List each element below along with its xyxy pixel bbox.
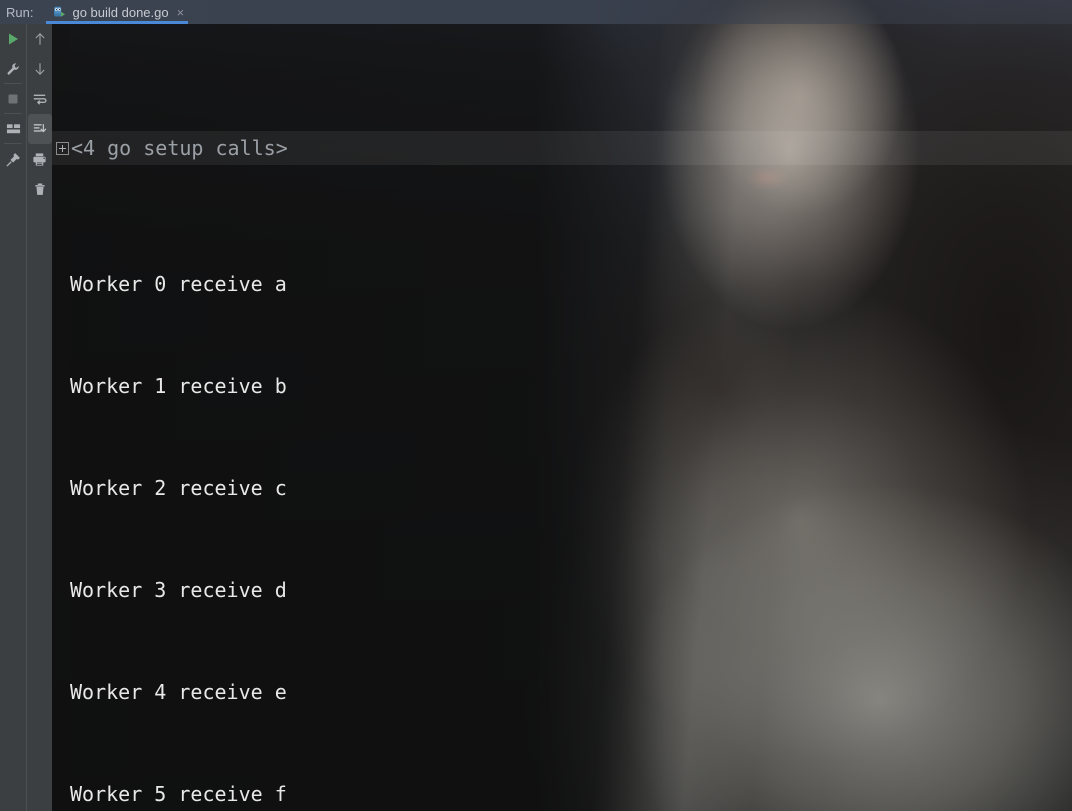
pin-tab-button[interactable] [1,144,25,174]
tab-label: go build done.go [72,5,168,20]
soft-wrap-button[interactable] [28,84,52,114]
console-line: Worker 2 receive c [52,471,1072,505]
tab-active-indicator [46,21,188,24]
console-line: Worker 1 receive b [52,369,1072,403]
rerun-button[interactable] [1,24,25,54]
console-line-text: Worker 1 receive b [70,369,287,403]
scroll-to-end-icon [32,122,47,136]
console-line: Worker 0 receive a [52,267,1072,301]
console-line-text: Worker 0 receive a [70,267,287,301]
print-button[interactable] [28,144,52,174]
layout-button[interactable] [1,114,25,144]
pin-icon [6,152,21,167]
clear-all-button[interactable] [28,174,52,204]
console-line-text: Worker 3 receive d [70,573,287,607]
console-line: Worker 4 receive e [52,675,1072,709]
run-actions-toolbar [0,24,26,811]
expand-fold-icon[interactable] [56,142,69,155]
arrow-down-icon [33,62,47,76]
console-output[interactable]: <4 go setup calls> Worker 0 receive a Wo… [52,24,1072,811]
down-button[interactable] [28,54,52,84]
console-text-area[interactable]: <4 go setup calls> Worker 0 receive a Wo… [52,24,1072,811]
edit-configurations-button[interactable] [1,54,25,84]
run-window-label: Run: [6,5,33,20]
console-line-text: Worker 2 receive c [70,471,287,505]
tab-go-build-done-go[interactable]: go build done.go × [46,0,188,24]
run-tab-bar: Run: go build done.go × [0,0,1072,24]
close-icon[interactable]: × [177,6,185,19]
stop-square-icon [6,92,20,106]
stop-button[interactable] [1,84,25,114]
scroll-to-end-button[interactable] [28,114,52,144]
arrow-up-icon [33,32,47,46]
console-actions-toolbar [26,24,52,811]
console-line-text: Worker 4 receive e [70,675,287,709]
go-run-configuration-icon [52,5,66,19]
wrench-icon [6,62,20,76]
play-icon [6,32,20,46]
trash-icon [33,182,47,197]
fold-placeholder-text: <4 go setup calls> [71,131,288,165]
up-button[interactable] [28,24,52,54]
console-line-text: Worker 5 receive f [70,777,287,811]
fold-region-go-setup-calls[interactable]: <4 go setup calls> [52,131,1072,165]
layout-grid-icon [6,122,21,136]
printer-icon [32,152,47,167]
console-line: Worker 3 receive d [52,573,1072,607]
run-tool-window: Run: go build done.go × [0,0,1072,811]
soft-wrap-icon [32,92,47,106]
console-line: Worker 5 receive f [52,777,1072,811]
